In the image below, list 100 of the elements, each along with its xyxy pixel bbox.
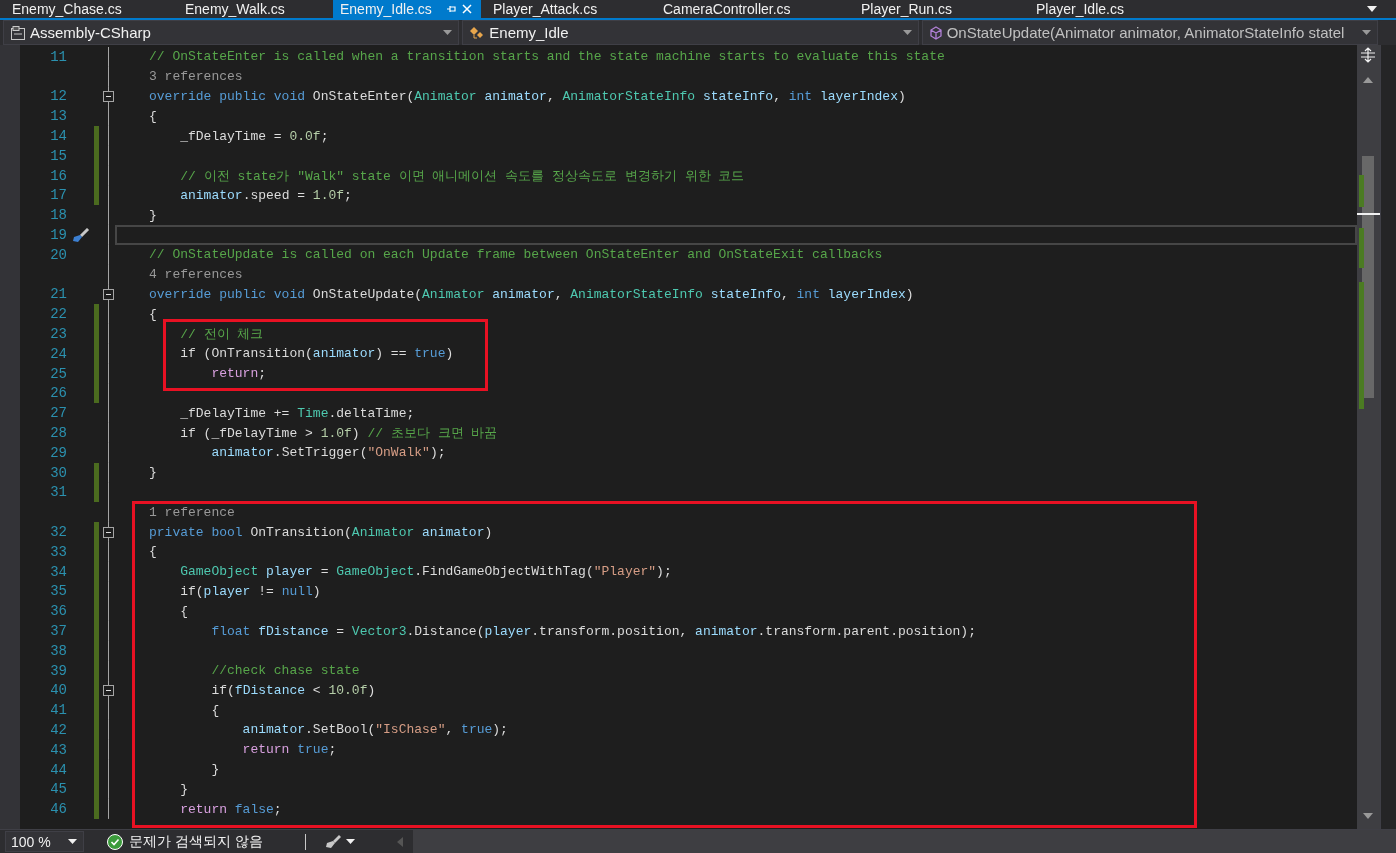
collapse-icon[interactable] [102, 91, 114, 102]
class-name: Enemy_Idle [489, 24, 570, 41]
caret-icon [1362, 30, 1371, 35]
zoom-dropdown[interactable]: 100 % [5, 831, 84, 852]
line-number: 13 [50, 108, 67, 125]
line-number: 22 [50, 306, 67, 323]
code-line: if(player != null) [179, 583, 321, 599]
file-tab[interactable]: Enemy_Idle.cs [333, 0, 481, 18]
line-number: 32 [50, 524, 67, 540]
collapse-icon[interactable] [102, 526, 114, 538]
code-line: // 이전 state가 "Walk" state 이면 애니메이션 속도를 정상속도로 변경하기 위한 코드 [179, 168, 745, 184]
check-circle-icon [107, 833, 123, 850]
line-number: 26 [50, 385, 67, 402]
line-number: 36 [50, 603, 67, 620]
code-line: override public void OnStateUpdate(Animator animator, AnimatorStateInfo stateInfo, int layerIndex) [149, 286, 914, 302]
pin-icon[interactable] [445, 4, 456, 14]
line-number: 28 [50, 425, 67, 442]
code-line: //check chase state [210, 663, 360, 679]
line-number: 39 [50, 662, 67, 679]
code-line: return false; [179, 801, 282, 817]
class-dropdown[interactable]: Enemy_Idle [462, 20, 919, 45]
vertical-scrollbar[interactable] [1357, 45, 1380, 829]
caret-icon [443, 30, 453, 35]
code-line: GameObject player = GameObject.FindGameObjectWithTag("Player"); [179, 564, 672, 580]
line-number: 30 [50, 464, 67, 481]
class-icon [469, 24, 486, 41]
line-number: 27 [50, 405, 67, 422]
file-tab[interactable]: Enemy_Walk.cs [175, 0, 333, 18]
line-number: 34 [50, 563, 67, 580]
code-line: override public void OnStateEnter(Animator animator, AnimatorStateInfo stateInfo, int layerIndex) [149, 89, 906, 104]
line-number: 42 [50, 722, 67, 738]
scroll-up-icon[interactable] [1363, 77, 1373, 83]
line-number: 37 [50, 623, 67, 639]
line-number: 44 [50, 761, 67, 778]
line-number: 16 [50, 167, 67, 184]
caret-position-marker [1357, 213, 1380, 215]
code-line: private bool OnTransition(Animator animator) [149, 524, 493, 540]
code-line: { [210, 702, 220, 718]
line-number: 31 [50, 484, 67, 501]
line-number: 43 [50, 741, 67, 758]
code-line: if (_fDelayTime > 1.0f) // 초보다 크면 바꿈 [179, 426, 498, 442]
line-number: 15 [50, 147, 67, 164]
code-line: { [149, 544, 157, 560]
line-number: 20 [50, 246, 67, 263]
file-tab[interactable]: Enemy_Chase.cs [0, 0, 175, 18]
references-link[interactable]: 3 references [149, 69, 243, 85]
line-number: 24 [50, 345, 67, 362]
project-name: Assembly-CSharp [30, 24, 152, 41]
file-tab[interactable]: Player_Run.cs [849, 0, 1024, 18]
code-line: _fDelayTime += Time.deltaTime; [179, 405, 415, 421]
file-tab[interactable]: CameraController.cs [651, 0, 849, 18]
file-tab[interactable]: Player_Idle.cs [1024, 0, 1199, 18]
code-line: return; [210, 366, 267, 382]
line-number: 12 [50, 88, 67, 105]
line-number: 19 [50, 227, 67, 244]
line-number: 40 [50, 682, 67, 699]
code-line: _fDelayTime = 0.0f; [179, 128, 329, 144]
code-line: { [179, 603, 188, 619]
line-number: 25 [50, 365, 67, 382]
code-line: } [149, 207, 157, 223]
caret-icon[interactable] [345, 839, 355, 844]
project-dropdown[interactable]: Assembly-CSharp [3, 20, 460, 45]
code-line: } [179, 781, 188, 797]
scroll-down-icon[interactable] [1363, 813, 1373, 819]
line-number: 33 [50, 543, 67, 560]
line-number: 35 [50, 583, 67, 600]
splitter-icon[interactable] [1360, 47, 1376, 63]
tab-list-caret-icon[interactable] [1366, 5, 1378, 13]
code-line: } [149, 465, 157, 481]
line-number: 46 [50, 801, 67, 818]
horizontal-scrollbar[interactable] [412, 830, 1396, 853]
code-line: animator.SetTrigger("OnWalk"); [210, 445, 446, 461]
close-icon[interactable] [461, 4, 472, 14]
line-number: 21 [50, 286, 67, 303]
code-line: { [149, 108, 157, 124]
line-number: 38 [50, 642, 67, 659]
line-number: 11 [50, 48, 67, 65]
line-number: 23 [50, 326, 67, 343]
change-marker [1359, 175, 1364, 207]
cube-icon [928, 25, 943, 40]
code-line: // OnStateEnter is called when a transition starts and the state machine starts to evaluate this state [149, 49, 945, 65]
line-number: 14 [50, 128, 67, 145]
code-line: animator.speed = 1.0f; [179, 187, 352, 203]
line-number: 17 [50, 187, 67, 204]
code-line: // OnStateUpdate is called on each Update frame between OnStateEnter and OnStateExit callbacks [149, 247, 883, 263]
code-line: animator.SetBool("IsChase", true); [241, 722, 508, 738]
zoom-level: 100 % [11, 833, 51, 850]
code-line: { [149, 306, 157, 322]
issues-status[interactable]: 문제가 검색되지 않음 [129, 832, 263, 851]
code-line: float fDistance = Vector3.Distance(player.transform.position, animator.transform.parent.position); [210, 623, 976, 639]
file-tab[interactable]: Player_Attack.cs [481, 0, 651, 18]
line-number: 29 [50, 444, 67, 461]
member-dropdown[interactable]: OnStateUpdate(Animator animator, AnimatorStateInfo statel [921, 20, 1378, 45]
references-link[interactable]: 4 references [149, 267, 243, 283]
collapse-icon[interactable] [102, 684, 114, 696]
collapse-icon[interactable] [102, 288, 114, 300]
references-link[interactable]: 1 reference [149, 504, 235, 520]
member-name: OnStateUpdate(Animator animator, AnimatorStateInfo statel [946, 24, 1346, 41]
paintbrush-icon[interactable] [323, 833, 342, 850]
caret-icon [68, 839, 77, 844]
